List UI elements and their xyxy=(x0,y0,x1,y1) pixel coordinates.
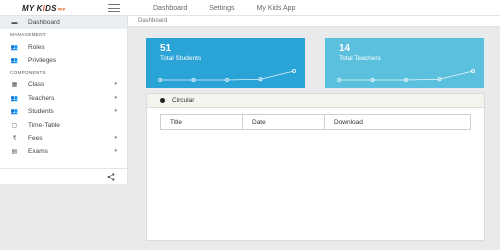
column-download[interactable]: Download xyxy=(324,114,471,130)
top-bar: MY K I DS app Dashboard Settings My Kids Ap… xyxy=(0,0,500,16)
total-teachers-value: 14 xyxy=(339,43,351,54)
sidebar-item-fees[interactable]: ₹ Fees ▾ xyxy=(0,132,127,145)
share-icon[interactable] xyxy=(107,173,115,181)
sidebar-item-teachers[interactable]: 👥 Teachers ▾ xyxy=(0,92,127,105)
sidebar-menu: ▬ Dashboard MANAGEMENT 👥 Roles 👥 Privileges COM… xyxy=(0,16,127,159)
breadcrumb: Dashboard xyxy=(128,16,500,27)
menu-toggle-icon[interactable] xyxy=(108,4,120,12)
sidebar-item-time-table[interactable]: ▢ Time-Table xyxy=(0,118,127,131)
sidebar-item-class[interactable]: ▦ Class ▾ xyxy=(0,78,127,91)
circular-table: Title Date Download xyxy=(160,114,471,130)
sidebar-item-label: Exams xyxy=(28,148,48,156)
topnav-my-kids-app[interactable]: My Kids App xyxy=(257,5,296,12)
users-icon: 👥 xyxy=(10,57,19,64)
sidebar-item-dashboard[interactable]: ▬ Dashboard xyxy=(0,16,127,30)
rupee-icon: ₹ xyxy=(12,135,17,142)
top-nav: Dashboard Settings My Kids App xyxy=(153,0,317,16)
sidebar-section-label: MANAGEMENT xyxy=(10,32,46,38)
sidebar-item-label: Class xyxy=(28,81,45,89)
class-icon: ▦ xyxy=(11,82,18,89)
students-icon: 👥 xyxy=(10,109,19,116)
sidebar-item-label: Time-Table xyxy=(28,121,60,129)
app-logo[interactable]: MY K I DS app xyxy=(22,2,65,14)
sidebar-item-label: Students xyxy=(28,108,54,116)
chevron-down-icon: ▾ xyxy=(114,107,117,114)
total-teachers-card[interactable]: 14 Total Teachers xyxy=(325,38,484,88)
sidebar-item-roles[interactable]: 👥 Roles xyxy=(0,40,127,53)
dashboard-icon: ▬ xyxy=(11,19,18,26)
sidebar-item-label: Fees xyxy=(28,134,43,142)
users-icon: 👥 xyxy=(10,44,19,51)
chevron-down-icon: ▾ xyxy=(114,94,117,101)
sidebar-item-students[interactable]: 👥 Students ▾ xyxy=(0,105,127,118)
total-students-label: Total Students xyxy=(160,55,202,62)
sidebar-item-privileges[interactable]: 👥 Privileges xyxy=(0,54,127,67)
total-students-value: 51 xyxy=(160,43,172,54)
sidebar-item-label: Dashboard xyxy=(28,19,60,27)
sidebar-section-label: COMPONENTS xyxy=(10,70,46,76)
circular-panel-header: Circular xyxy=(147,94,484,108)
circular-title: Circular xyxy=(172,97,195,104)
sidebar-item-label: Privileges xyxy=(28,56,57,64)
topnav-dashboard[interactable]: Dashboard xyxy=(153,5,187,12)
chevron-down-icon: ▾ xyxy=(114,134,117,141)
sidebar: ▬ Dashboard MANAGEMENT 👥 Roles 👥 Privileges COM… xyxy=(0,16,128,184)
sidebar-item-label: Roles xyxy=(28,43,45,51)
exams-icon: ▤ xyxy=(11,149,18,156)
sidebar-item-exams[interactable]: ▤ Exams ▾ xyxy=(0,145,127,158)
total-students-card[interactable]: 51 Total Students xyxy=(146,38,305,88)
sidebar-footer xyxy=(0,168,127,184)
column-title[interactable]: Title xyxy=(160,114,243,130)
bullet-icon xyxy=(160,98,165,103)
chevron-down-icon: ▾ xyxy=(114,81,117,88)
teachers-icon: 👥 xyxy=(10,95,19,102)
column-date[interactable]: Date xyxy=(242,114,325,130)
topnav-settings[interactable]: Settings xyxy=(209,5,234,12)
total-teachers-label: Total Teachers xyxy=(339,55,381,62)
chevron-down-icon: ▾ xyxy=(114,148,117,155)
circular-panel: Circular Title Date Download xyxy=(146,93,485,241)
calendar-icon: ▢ xyxy=(11,122,18,129)
sidebar-item-label: Teachers xyxy=(28,94,55,102)
